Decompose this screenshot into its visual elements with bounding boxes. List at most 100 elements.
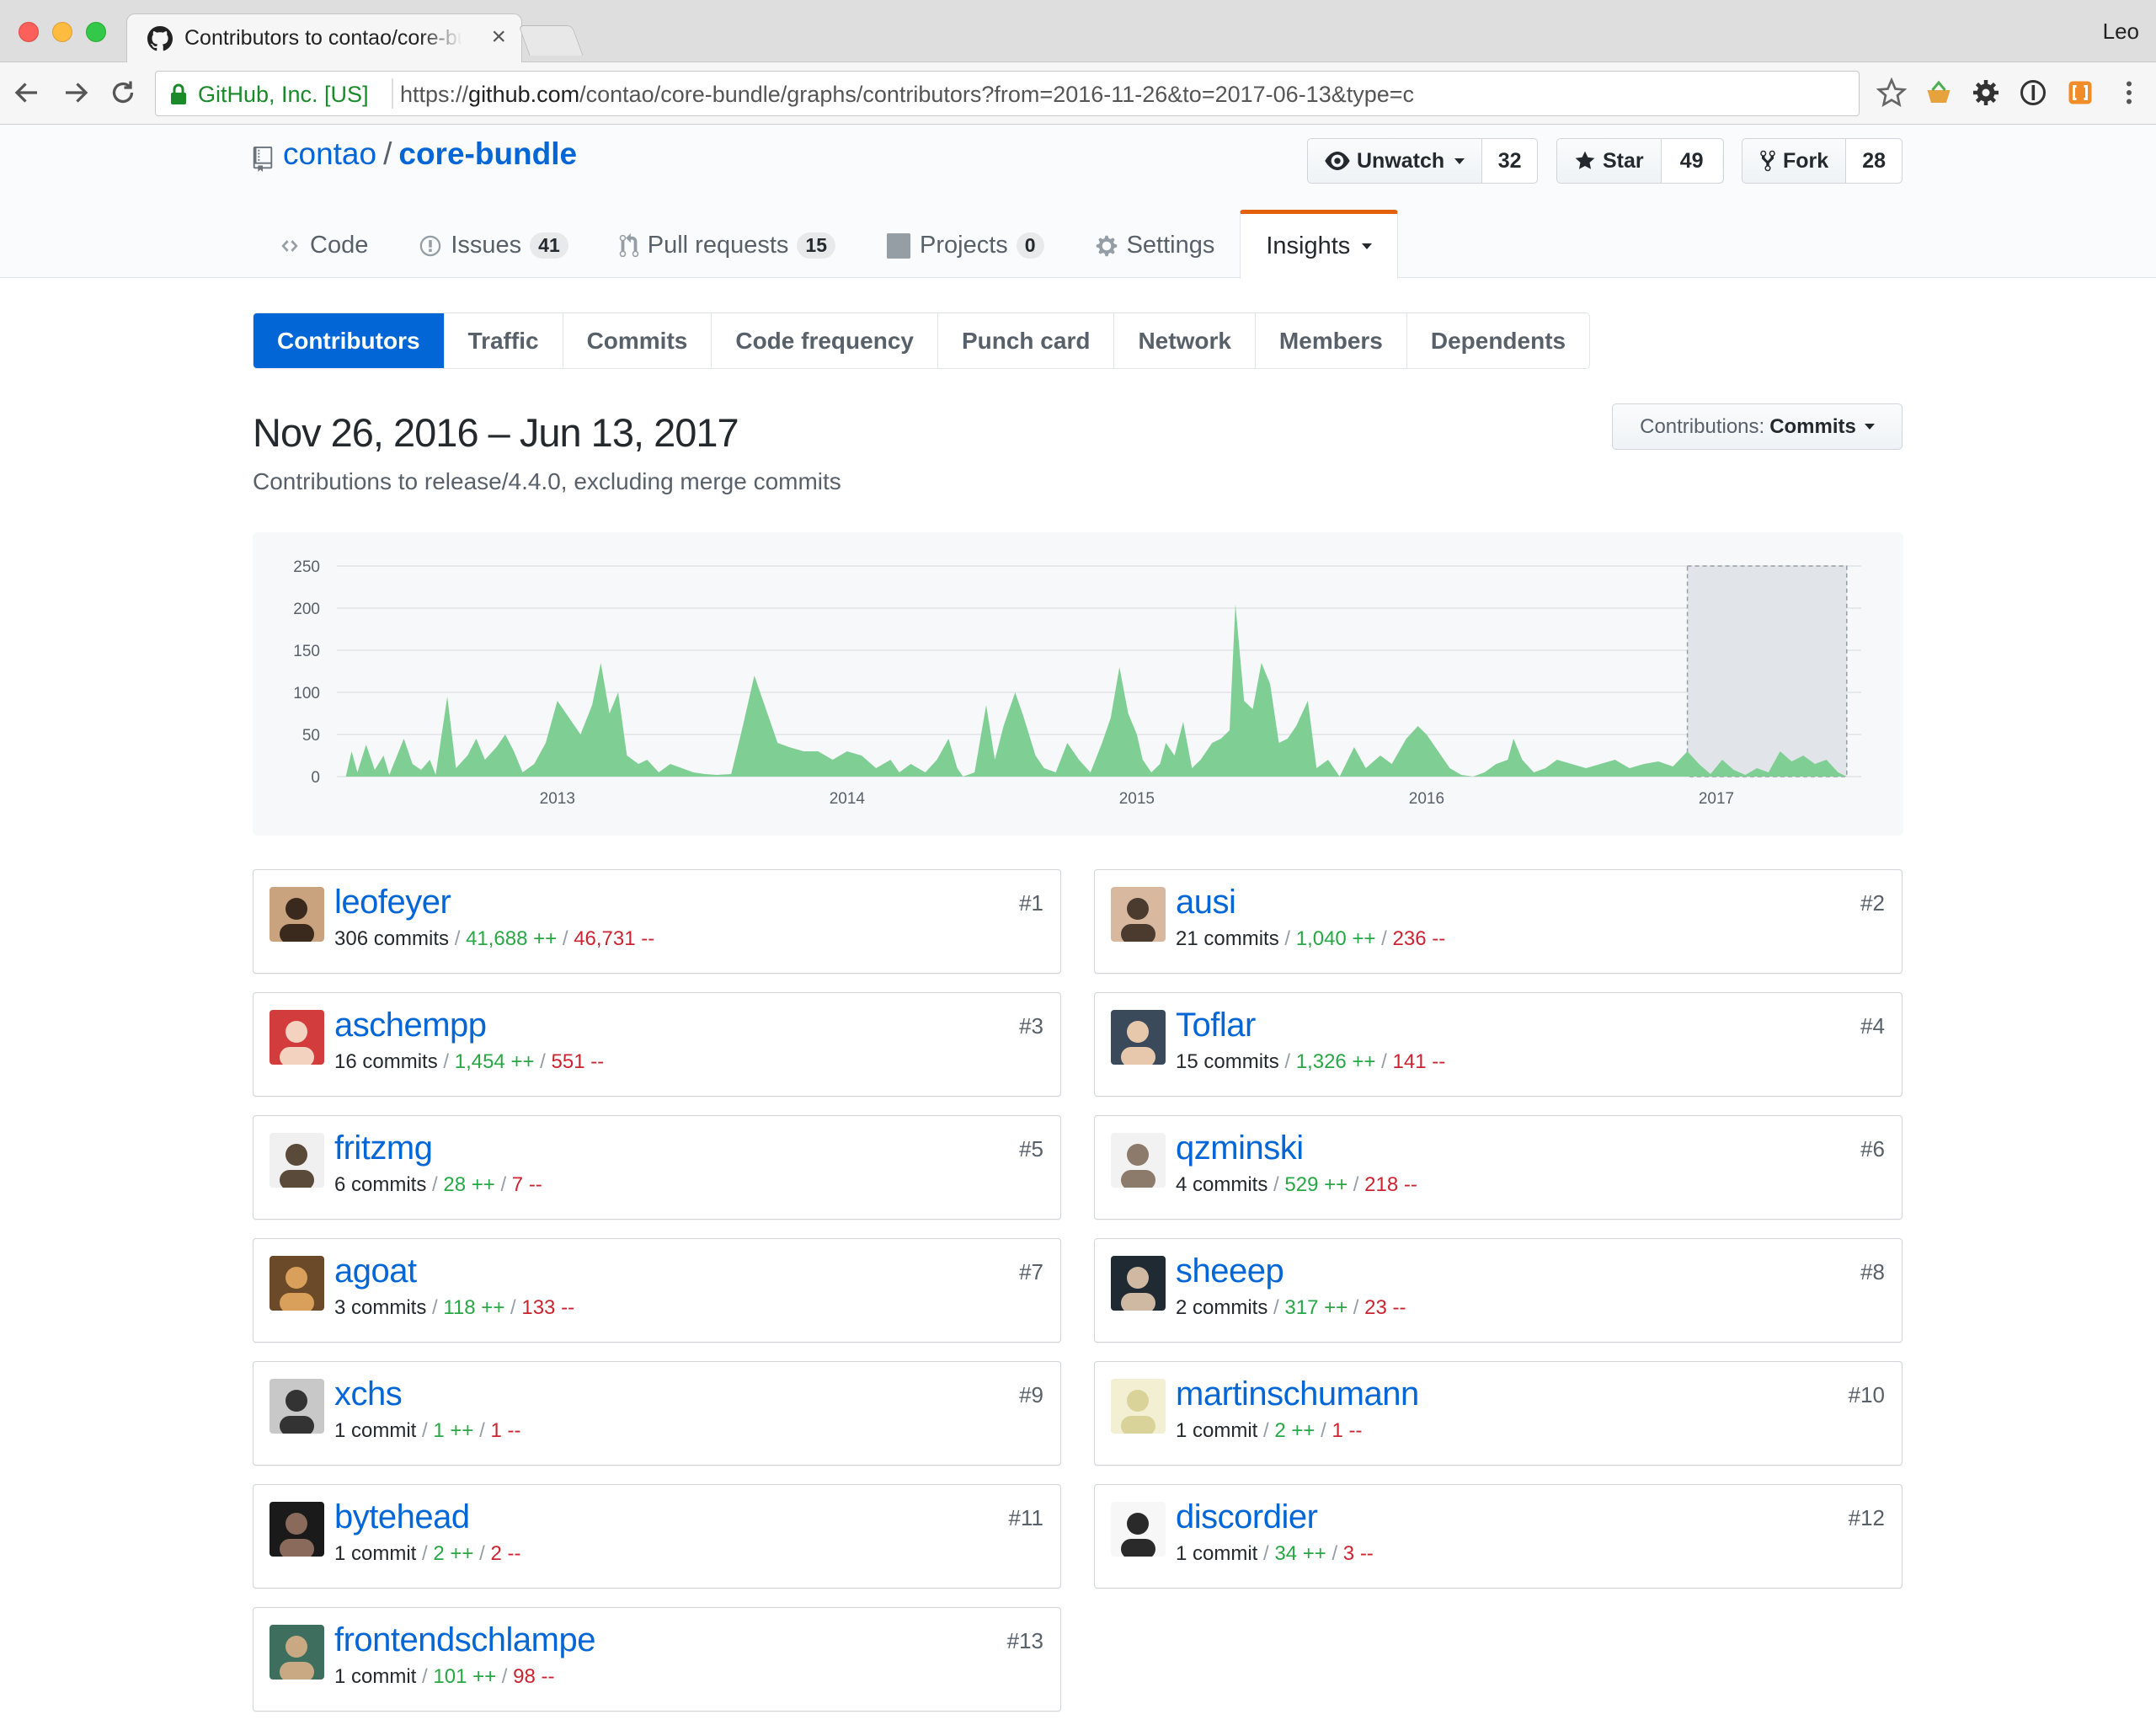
- subnav-dependents[interactable]: Dependents: [1407, 313, 1589, 368]
- y-tick-label: 100: [293, 685, 320, 702]
- repo-separator: /: [383, 136, 392, 171]
- subnav-traffic[interactable]: Traffic: [445, 313, 563, 368]
- avatar[interactable]: [1111, 887, 1166, 942]
- commit-count-link[interactable]: 2 commits: [1176, 1296, 1267, 1319]
- contributor-username-link[interactable]: discordier: [1176, 1498, 1318, 1536]
- contributor-username-link[interactable]: aschempp: [334, 1007, 487, 1044]
- tab-issues[interactable]: Issues 41: [393, 210, 593, 277]
- avatar[interactable]: [270, 1502, 324, 1557]
- tab-settings-label: Settings: [1126, 232, 1215, 259]
- avatar[interactable]: [1111, 1502, 1166, 1557]
- address-bar[interactable]: GitHub, Inc. [US] https://github.com/con…: [155, 71, 1860, 116]
- star-button[interactable]: Star: [1557, 139, 1662, 183]
- repo-name-link[interactable]: core-bundle: [398, 136, 577, 171]
- commit-count-link[interactable]: 21 commits: [1176, 927, 1279, 950]
- certificate-org: GitHub, Inc. [US]: [198, 82, 369, 107]
- commit-count-link[interactable]: 3 commits: [334, 1296, 426, 1319]
- contributor-rank: #3: [1019, 1013, 1043, 1039]
- browser-menu-icon[interactable]: [2114, 77, 2144, 108]
- commit-count-link[interactable]: 1 commit: [334, 1419, 416, 1442]
- commit-count-link[interactable]: 306 commits: [334, 927, 449, 950]
- contributor-rank: #8: [1860, 1259, 1885, 1284]
- reload-icon[interactable]: [108, 77, 138, 108]
- contributor-username-link[interactable]: qzminski: [1176, 1130, 1304, 1167]
- avatar[interactable]: [270, 1625, 324, 1680]
- avatar[interactable]: [270, 1010, 324, 1065]
- stargazers-count[interactable]: 49: [1661, 139, 1722, 183]
- contributor-username-link[interactable]: Toflar: [1176, 1007, 1256, 1044]
- commit-count-link[interactable]: 1 commit: [1176, 1542, 1257, 1565]
- subnav-code-frequency[interactable]: Code frequency: [712, 313, 938, 368]
- commit-count-link[interactable]: 6 commits: [334, 1173, 426, 1196]
- tab-close-icon[interactable]: ×: [491, 23, 506, 51]
- contributor-username-link[interactable]: frontendschlampe: [334, 1621, 595, 1659]
- extension-bracket-icon[interactable]: [2065, 77, 2095, 108]
- subnav-contributors[interactable]: Contributors: [253, 313, 445, 368]
- extension-password-icon[interactable]: [2018, 77, 2048, 108]
- contributor-username-link[interactable]: fritzmg: [334, 1130, 433, 1167]
- avatar[interactable]: [1111, 1133, 1166, 1188]
- contributor-rank: #4: [1860, 1013, 1885, 1039]
- commit-count-link[interactable]: 1 commit: [1176, 1419, 1257, 1442]
- contributor-username-link[interactable]: bytehead: [334, 1498, 470, 1536]
- subnav-commits[interactable]: Commits: [563, 313, 712, 368]
- tab-projects[interactable]: Projects 0: [861, 210, 1070, 277]
- watchers-count[interactable]: 32: [1482, 139, 1537, 183]
- contributor-username-link[interactable]: xchs: [334, 1375, 403, 1413]
- commit-count-link[interactable]: 1 commit: [334, 1665, 416, 1688]
- back-icon[interactable]: [12, 77, 42, 108]
- y-tick-label: 200: [293, 601, 320, 618]
- commit-count-link[interactable]: 1 commit: [334, 1542, 416, 1565]
- tab-code[interactable]: Code: [253, 210, 393, 277]
- tab-insights-label: Insights: [1266, 232, 1351, 259]
- subnav-members[interactable]: Members: [1256, 313, 1407, 368]
- additions-count: 34 ++: [1274, 1542, 1326, 1565]
- deletions-count: 46,731 --: [574, 927, 655, 950]
- avatar[interactable]: [270, 1256, 324, 1311]
- contributor-username-link[interactable]: agoat: [334, 1252, 417, 1290]
- subnav-punch-card[interactable]: Punch card: [938, 313, 1115, 368]
- subnav-network[interactable]: Network: [1114, 313, 1256, 368]
- extension-gear-icon[interactable]: [1971, 77, 2001, 108]
- maximize-window-button[interactable]: [86, 22, 106, 42]
- contributor-username-link[interactable]: martinschumann: [1176, 1375, 1419, 1413]
- repo-title: contao / core-bundle: [283, 136, 577, 172]
- deletions-count: 23 --: [1364, 1296, 1406, 1319]
- forward-icon[interactable]: [61, 77, 91, 108]
- tab-pull-requests[interactable]: Pull requests 15: [594, 210, 861, 277]
- y-tick-label: 50: [302, 727, 320, 745]
- contributor-card: bytehead 1 commit / 2 ++ / 2 -- #11: [253, 1484, 1061, 1589]
- new-tab-button[interactable]: [518, 25, 584, 56]
- commit-count-link[interactable]: 4 commits: [1176, 1173, 1267, 1196]
- avatar[interactable]: [1111, 1379, 1166, 1434]
- profile-name[interactable]: Leo: [2103, 19, 2139, 45]
- bookmark-star-icon[interactable]: [1876, 77, 1907, 108]
- contributor-rank: #7: [1019, 1259, 1043, 1284]
- contributions-type-select[interactable]: Contributions: Commits: [1612, 403, 1903, 450]
- x-tick-label: 2016: [1409, 790, 1444, 808]
- fork-button[interactable]: Fork: [1742, 139, 1847, 183]
- close-window-button[interactable]: [19, 22, 39, 42]
- extension-basket-icon[interactable]: [1924, 77, 1954, 108]
- avatar[interactable]: [270, 1379, 324, 1434]
- avatar[interactable]: [1111, 1010, 1166, 1065]
- tab-settings[interactable]: Settings: [1070, 210, 1241, 277]
- star-label: Star: [1603, 148, 1644, 173]
- unwatch-button[interactable]: Unwatch: [1308, 139, 1483, 183]
- forks-count[interactable]: 28: [1846, 139, 1902, 183]
- avatar[interactable]: [270, 1133, 324, 1188]
- avatar[interactable]: [270, 887, 324, 942]
- contributor-username-link[interactable]: sheeep: [1176, 1252, 1284, 1290]
- commit-count-link[interactable]: 16 commits: [334, 1050, 438, 1073]
- contributor-stats: 1 commit / 101 ++ / 98 --: [334, 1665, 555, 1688]
- commit-count-link[interactable]: 15 commits: [1176, 1050, 1279, 1073]
- repo-owner-link[interactable]: contao: [283, 136, 376, 171]
- tab-insights[interactable]: Insights: [1240, 210, 1399, 279]
- contributions-chart[interactable]: 250 200 150 100 50 0 2013 2014 2015 2016 2017: [253, 532, 1903, 836]
- avatar[interactable]: [1111, 1256, 1166, 1311]
- contributor-username-link[interactable]: leofeyer: [334, 884, 451, 921]
- minimize-window-button[interactable]: [52, 22, 72, 42]
- star-icon: [1575, 151, 1595, 169]
- browser-tab[interactable]: Contributors to contao/core-bundle ×: [126, 13, 522, 62]
- contributor-username-link[interactable]: ausi: [1176, 884, 1236, 921]
